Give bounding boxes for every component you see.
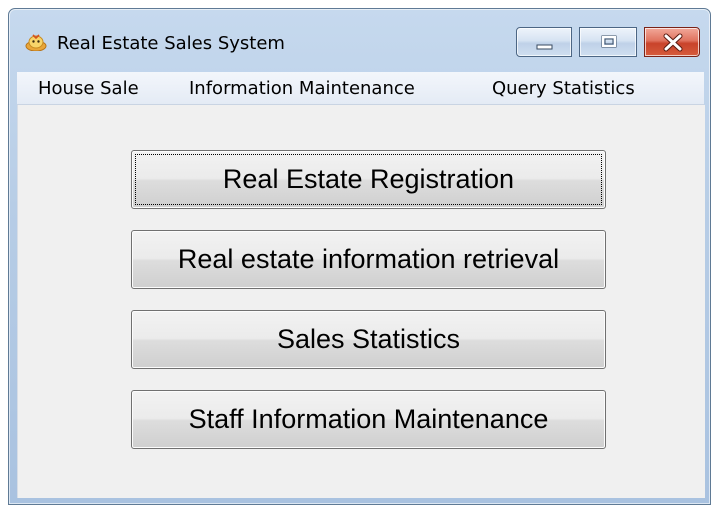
menu-house-sale[interactable]: House Sale bbox=[38, 78, 139, 99]
close-button[interactable] bbox=[644, 27, 700, 57]
maximize-button[interactable] bbox=[579, 27, 637, 57]
app-icon bbox=[25, 33, 47, 52]
menu-bar: House Sale Information Maintenance Query… bbox=[17, 72, 704, 105]
real-estate-retrieval-button[interactable]: Real estate information retrieval bbox=[131, 230, 606, 289]
real-estate-registration-button[interactable]: Real Estate Registration bbox=[131, 150, 606, 209]
maximize-icon bbox=[601, 35, 617, 48]
close-icon bbox=[663, 33, 683, 52]
window-title: Real Estate Sales System bbox=[57, 33, 285, 54]
title-bar[interactable]: Real Estate Sales System bbox=[9, 9, 710, 71]
minimize-button[interactable] bbox=[516, 27, 572, 57]
client-area: Real Estate Registration Real estate inf… bbox=[17, 105, 705, 498]
menu-information-maintenance[interactable]: Information Maintenance bbox=[189, 78, 415, 99]
app-window: Real Estate Sales System House Sale Info… bbox=[8, 8, 711, 505]
staff-information-maintenance-button[interactable]: Staff Information Maintenance bbox=[131, 390, 606, 449]
minimize-icon bbox=[536, 44, 553, 50]
sales-statistics-button[interactable]: Sales Statistics bbox=[131, 310, 606, 369]
menu-query-statistics[interactable]: Query Statistics bbox=[492, 78, 635, 99]
